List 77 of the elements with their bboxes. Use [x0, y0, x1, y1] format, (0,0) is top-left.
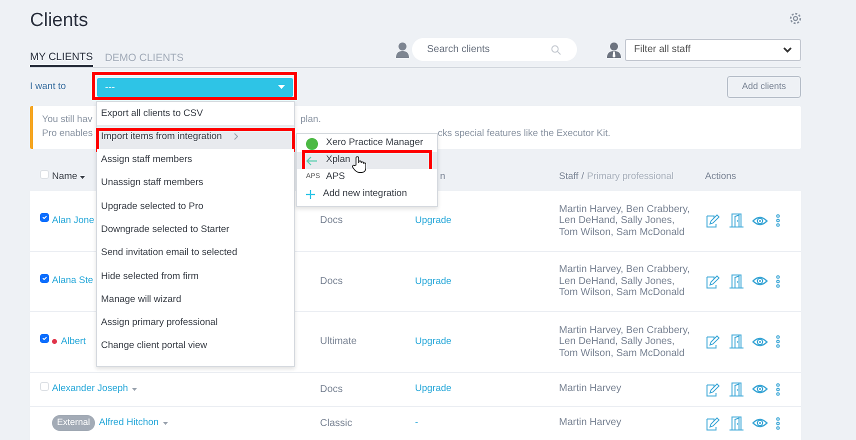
edit-icon[interactable]	[705, 334, 721, 350]
more-icon[interactable]	[776, 382, 780, 396]
caret-down-icon	[162, 422, 168, 424]
door-icon[interactable]	[729, 274, 744, 289]
notice-text: You still hav	[42, 113, 92, 127]
round-logo-icon	[306, 138, 318, 150]
edit-icon[interactable]	[705, 274, 721, 289]
more-icon[interactable]	[776, 274, 780, 288]
edit-icon[interactable]	[705, 382, 721, 396]
search-field[interactable]: Search clients	[412, 38, 577, 61]
person-icon	[396, 42, 409, 58]
row-checkbox[interactable]	[40, 213, 49, 222]
status-dot	[52, 339, 57, 344]
menu-item[interactable]: Assign staff members	[97, 148, 294, 172]
menu-item[interactable]: Send invitation email to selected	[97, 242, 294, 266]
eye-icon[interactable]	[752, 417, 768, 429]
plan-cell: Docs	[320, 276, 343, 287]
door-icon[interactable]	[729, 382, 744, 396]
edit-icon[interactable]	[705, 213, 721, 228]
menu-item[interactable]: Downgrade selected to Starter	[97, 218, 294, 242]
separator-text: /	[581, 171, 584, 183]
arrow-logo-icon	[306, 156, 318, 166]
menu-item[interactable]: Manage will wizard	[97, 288, 294, 312]
plus-icon	[306, 190, 315, 199]
staff-icon	[607, 42, 621, 58]
notice-text: cks special features like the Executor Kit.	[438, 127, 610, 141]
notice-text: Pro enables	[42, 127, 93, 141]
chevron-right-icon	[234, 133, 238, 140]
field-label: I want to	[30, 80, 67, 94]
staff-cell: Martin Harvey	[559, 383, 622, 394]
notice-text: plan.	[300, 113, 321, 127]
door-icon[interactable]	[729, 213, 744, 228]
menu-item[interactable]: Export all clients to CSV	[97, 102, 294, 126]
sort-caret-icon	[80, 176, 86, 178]
door-icon[interactable]	[729, 334, 744, 350]
plan-cell: Ultimate	[320, 336, 357, 348]
column-header: Primary professional	[587, 171, 674, 183]
page-title: Clients	[30, 9, 88, 33]
external-badge: External	[52, 415, 96, 431]
menu-item[interactable]: Hide selected from firm	[97, 265, 294, 288]
row-checkbox[interactable]	[40, 274, 49, 283]
staff-cell: Martin Harvey, Ben Crabbery, Len DeHand, Sally Jones, Tom Wilson, Sam McDonald	[559, 324, 690, 358]
more-icon[interactable]	[776, 416, 780, 430]
more-icon[interactable]	[776, 214, 780, 228]
plan-cell: Docs	[320, 215, 343, 226]
menu-item[interactable]: Assign primary professional	[97, 312, 294, 335]
menu-item[interactable]: Unassign staff members	[97, 172, 294, 196]
staff-cell: Martin Harvey, Ben Crabbery, Len DeHand, Sally Jones, Tom Wilson, Sam McDonald	[559, 264, 690, 298]
chevron-down-icon	[783, 46, 792, 52]
menu-item[interactable]: Import items from integration	[97, 125, 294, 149]
select-all-checkbox[interactable]	[40, 170, 49, 179]
column-header: Staff	[559, 171, 578, 183]
column-header[interactable]: Name	[52, 170, 78, 184]
edit-icon[interactable]	[705, 416, 721, 430]
menu-item[interactable]: Add new integration	[297, 186, 437, 203]
menu-item[interactable]: Change client portal view	[97, 334, 294, 358]
staff-cell: Martin Harvey, Ben Crabbery, Len DeHand, Sally Jones, Tom Wilson, Sam McDonald	[559, 204, 690, 238]
row-checkbox[interactable]	[40, 334, 49, 344]
column-header: Actions	[705, 170, 736, 182]
plan-cell: Docs	[320, 384, 343, 394]
eye-icon[interactable]	[752, 336, 768, 348]
settings-icon[interactable]	[789, 12, 802, 25]
more-icon[interactable]	[776, 335, 780, 348]
search-icon	[551, 45, 561, 55]
plan-cell: Classic	[320, 418, 352, 428]
tab[interactable]: MY CLIENTS	[30, 51, 93, 67]
staff-cell: Martin Harvey	[559, 417, 622, 428]
eye-icon[interactable]	[752, 275, 768, 288]
menu-item[interactable]: Upgrade selected to Pro	[97, 195, 294, 218]
staff-filter[interactable]: Filter all staff	[625, 38, 801, 60]
door-icon[interactable]	[729, 416, 744, 430]
caret-down-icon	[278, 85, 285, 89]
caret-down-icon	[132, 388, 138, 390]
column-header: n	[439, 170, 446, 182]
hand-cursor-icon	[352, 156, 366, 173]
eye-icon[interactable]	[752, 383, 768, 395]
eye-icon[interactable]	[752, 214, 768, 227]
